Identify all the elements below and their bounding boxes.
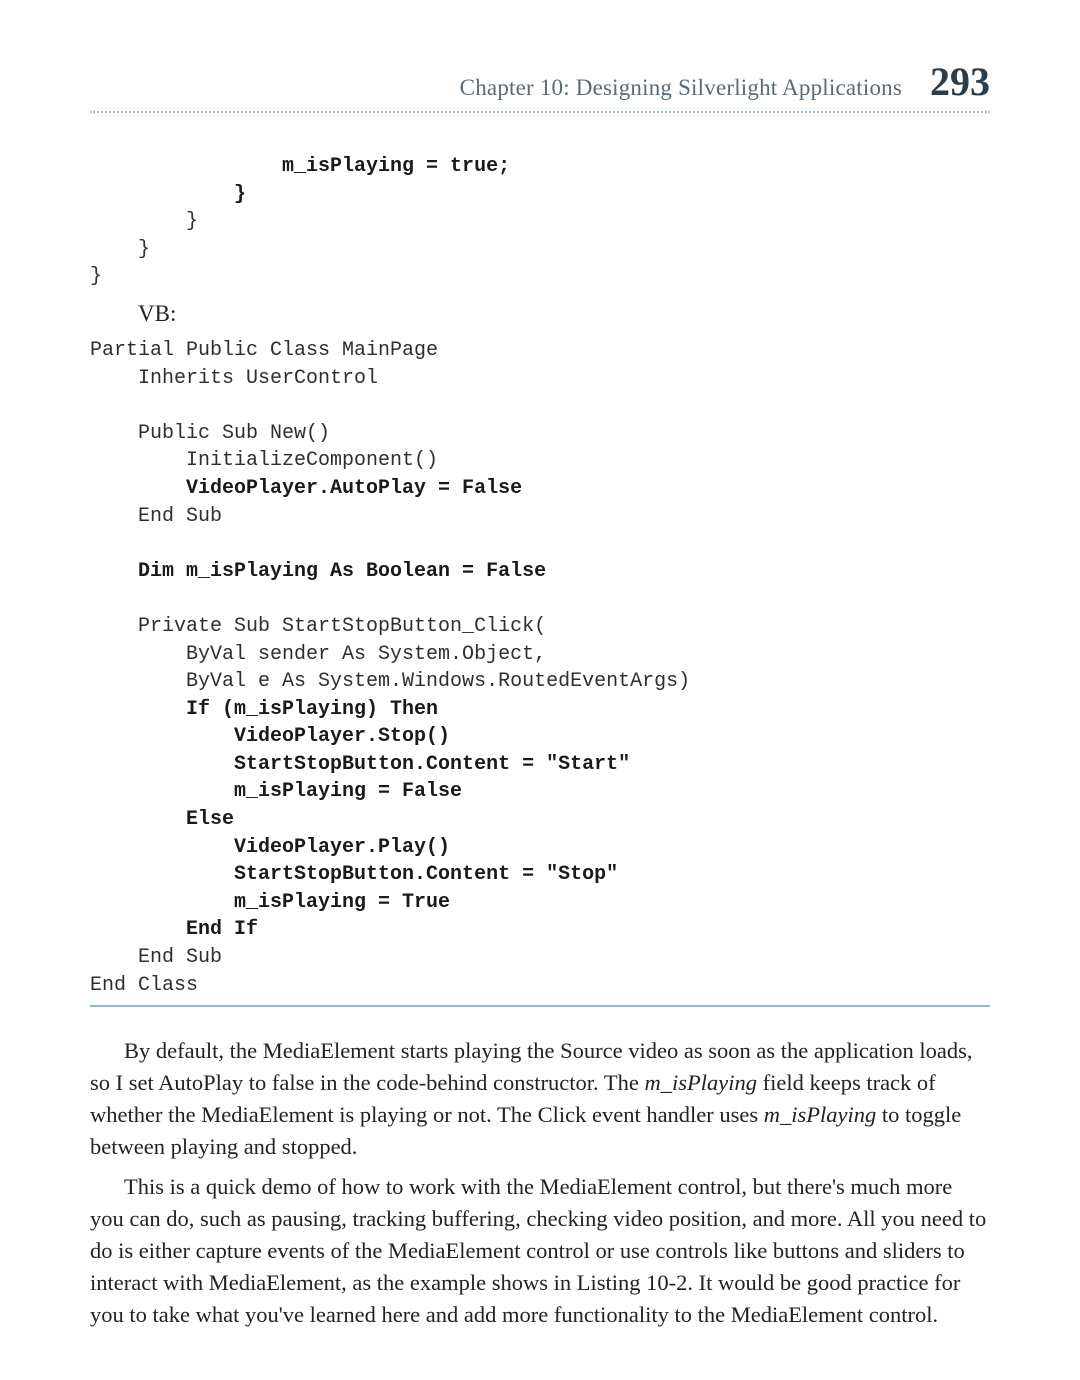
separator [90, 1005, 990, 1007]
code-line: InitializeComponent() [90, 449, 438, 472]
code-line: m_isPlaying = True [90, 891, 450, 914]
code-line: End If [90, 918, 258, 941]
code-line: m_isPlaying = False [90, 780, 462, 803]
code-line: VideoPlayer.Stop() [90, 725, 450, 748]
code-line: Dim m_isPlaying As Boolean = False [90, 560, 546, 583]
code-line: Private Sub StartStopButton_Click( [90, 615, 546, 638]
code-line: VideoPlayer.Play() [90, 836, 450, 859]
code-line: ByVal e As System.Windows.RoutedEventArg… [90, 670, 690, 693]
paragraph: This is a quick demo of how to work with… [90, 1171, 990, 1331]
code-line: Partial Public Class MainPage [90, 339, 438, 362]
code-block-vb: Partial Public Class MainPage Inherits U… [90, 337, 990, 999]
code-line: } [90, 210, 198, 233]
code-line: End Class [90, 974, 198, 997]
code-line: } [90, 238, 150, 261]
code-block-csharp-tail: m_isPlaying = true; } } } } [90, 153, 990, 291]
running-header: Chapter 10: Designing Silverlight Applic… [90, 58, 990, 113]
paragraph: By default, the MediaElement starts play… [90, 1035, 990, 1163]
code-line: End Sub [90, 505, 222, 528]
code-line: StartStopButton.Content = "Stop" [90, 863, 618, 886]
code-line: If (m_isPlaying) Then [90, 698, 438, 721]
code-line: Else [90, 808, 234, 831]
code-line: VideoPlayer.AutoPlay = False [90, 477, 522, 500]
code-line [90, 587, 102, 610]
code-line [90, 394, 102, 417]
code-line: StartStopButton.Content = "Start" [90, 753, 630, 776]
page-number: 293 [930, 58, 990, 105]
body-text: By default, the MediaElement starts play… [90, 1035, 990, 1330]
code-line [90, 532, 102, 555]
code-line: Inherits UserControl [90, 367, 378, 390]
code-line: Public Sub New() [90, 422, 330, 445]
code-line: End Sub [90, 946, 222, 969]
code-line: } [90, 265, 102, 288]
code-line: ByVal sender As System.Object, [90, 643, 546, 666]
code-line: } [90, 183, 246, 206]
italic-text: m_isPlaying [644, 1070, 757, 1095]
vb-label: VB: [138, 301, 990, 327]
page: Chapter 10: Designing Silverlight Applic… [0, 0, 1080, 1380]
chapter-label: Chapter 10: Designing Silverlight Applic… [460, 75, 902, 101]
italic-text: m_isPlaying [764, 1102, 877, 1127]
code-line: m_isPlaying = true; [90, 155, 510, 178]
